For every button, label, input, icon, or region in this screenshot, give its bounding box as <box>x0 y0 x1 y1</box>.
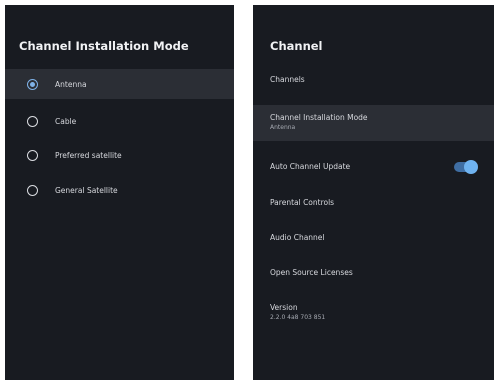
radio-unselected-icon <box>27 115 38 127</box>
radio-unselected-icon <box>27 184 38 196</box>
option-label: General Satellite <box>55 185 118 195</box>
menu-item-label: Audio Channel <box>270 233 325 242</box>
menu-item-label: Version <box>270 303 298 312</box>
panel-title: Channel Installation Mode <box>19 39 189 53</box>
option-cable[interactable]: Cable <box>5 106 234 136</box>
menu-item-label: Channels <box>270 75 305 84</box>
menu-item-label: Parental Controls <box>270 198 335 207</box>
menu-item-auto-channel-update[interactable]: Auto Channel Update <box>253 160 494 174</box>
channel-settings-panel: Channel Channels Channel Installation Mo… <box>253 5 494 380</box>
panel-title: Channel <box>270 39 323 53</box>
option-label: Preferred satellite <box>55 150 122 160</box>
toggle-knob <box>464 160 478 174</box>
version-value: 2.2.0 4a8 703 851 <box>270 314 326 321</box>
option-general-satellite[interactable]: General Satellite <box>5 175 234 205</box>
menu-item-version: Version 2.2.0 4a8 703 851 <box>253 303 494 322</box>
menu-item-value: Antenna <box>270 124 296 131</box>
menu-item-label: Channel Installation Mode <box>270 113 368 122</box>
menu-item-channels[interactable]: Channels <box>253 75 494 85</box>
radio-selected-icon <box>27 78 38 90</box>
menu-item-label: Open Source Licenses <box>270 268 353 277</box>
option-preferred-satellite[interactable]: Preferred satellite <box>5 140 234 170</box>
menu-item-open-source-licenses[interactable]: Open Source Licenses <box>253 268 494 278</box>
menu-item-audio-channel[interactable]: Audio Channel <box>253 233 494 243</box>
menu-item-parental-controls[interactable]: Parental Controls <box>253 198 494 208</box>
radio-unselected-icon <box>27 149 38 161</box>
menu-item-channel-installation-mode[interactable]: Channel Installation Mode Antenna <box>253 105 494 141</box>
auto-update-toggle[interactable] <box>454 160 478 174</box>
option-label: Antenna <box>55 79 87 89</box>
channel-installation-mode-panel: Channel Installation Mode Antenna Cable … <box>5 5 234 380</box>
option-antenna[interactable]: Antenna <box>5 69 234 99</box>
menu-item-label: Auto Channel Update <box>270 162 351 171</box>
option-label: Cable <box>55 116 77 126</box>
